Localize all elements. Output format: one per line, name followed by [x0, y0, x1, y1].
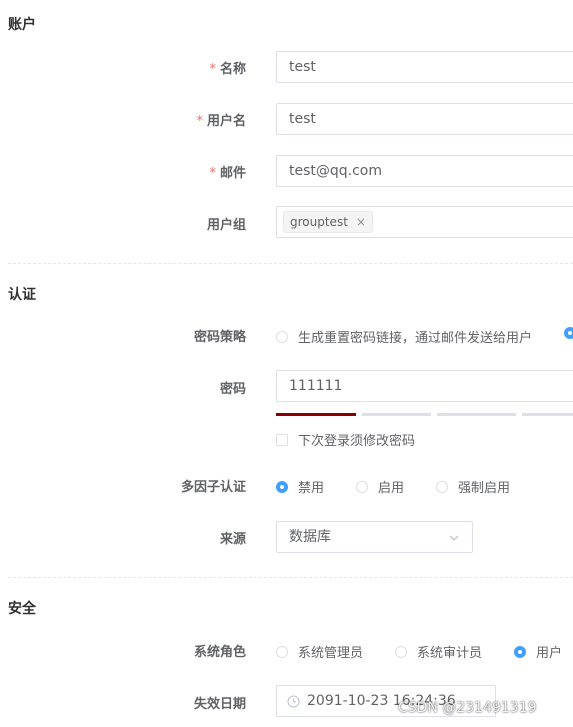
section-divider: [8, 577, 573, 578]
radio-mfa-disabled-label: 禁用: [298, 481, 325, 496]
radio-unchecked-icon: [356, 480, 368, 493]
email-label: * 邮件: [8, 162, 246, 181]
required-mark: *: [196, 114, 203, 129]
section-title-security: 安全: [8, 601, 36, 617]
radio-role-sysadmin[interactable]: 系统管理员: [276, 642, 363, 661]
group-tag-label: grouptest: [290, 215, 348, 229]
section-title-auth: 认证: [8, 287, 36, 303]
name-label-text: 名称: [219, 62, 246, 77]
checkbox-icon: [276, 433, 288, 446]
radio-mfa-forced[interactable]: 强制启用: [436, 477, 510, 496]
password-strength-bar-4: [522, 413, 573, 416]
radio-mfa-disabled[interactable]: 禁用: [276, 477, 324, 496]
password-label: 密码: [219, 382, 246, 397]
source-select[interactable]: 数据库: [276, 521, 473, 553]
group-select[interactable]: grouptest ×: [276, 206, 573, 238]
clock-icon: [287, 695, 300, 708]
radio-role-user-label: 用户: [536, 646, 563, 661]
source-select-value: 数据库: [289, 529, 331, 545]
group-tag: grouptest ×: [283, 211, 373, 233]
radio-role-auditor[interactable]: 系统审计员: [395, 642, 482, 661]
radio-checked-icon: [514, 645, 526, 658]
username-input[interactable]: test: [276, 103, 573, 135]
section-title-account: 账户: [8, 17, 36, 33]
radio-role-sysadmin-label: 系统管理员: [298, 646, 364, 661]
required-mark: *: [209, 62, 216, 77]
close-icon[interactable]: ×: [356, 215, 366, 229]
email-label-text: 邮件: [219, 166, 246, 181]
chevron-down-icon: [449, 535, 459, 541]
radio-unchecked-icon: [395, 645, 407, 658]
system-role-label: 系统角色: [193, 645, 246, 660]
password-strength-bar-3: [437, 413, 516, 416]
username-label-text: 用户名: [206, 114, 246, 129]
radio-mfa-enabled-label: 启用: [378, 481, 405, 496]
username-label: * 用户名: [8, 110, 246, 129]
required-mark: *: [209, 166, 216, 181]
group-label: 用户组: [206, 218, 246, 233]
password-strength-bar-1: [276, 413, 356, 416]
radio-checked-icon: [276, 480, 288, 493]
password-policy-label: 密码策略: [193, 330, 246, 345]
watermark: CSDN @231491319: [398, 700, 537, 716]
radio-role-user[interactable]: 用户: [514, 642, 562, 661]
email-input[interactable]: test@qq.com: [276, 155, 573, 187]
mfa-label: 多因子认证: [180, 480, 246, 495]
radio-set-password[interactable]: [564, 327, 573, 339]
radio-checked-icon: [564, 327, 573, 339]
source-label: 来源: [219, 532, 246, 547]
must-change-password-label: 下次登录须修改密码: [298, 434, 416, 449]
radio-mfa-forced-label: 强制启用: [458, 481, 511, 496]
radio-role-auditor-label: 系统审计员: [417, 646, 483, 661]
must-change-password-checkbox[interactable]: 下次登录须修改密码: [276, 430, 415, 449]
name-input[interactable]: test: [276, 51, 573, 83]
password-strength-bar-2: [362, 413, 431, 416]
radio-mfa-enabled[interactable]: 启用: [356, 477, 404, 496]
radio-unchecked-icon: [436, 480, 448, 493]
expire-date-label: 失效日期: [193, 697, 246, 712]
radio-reset-link[interactable]: 生成重置密码链接，通过邮件发送给用户: [276, 327, 532, 346]
section-divider: [8, 263, 573, 264]
name-label: * 名称: [8, 58, 246, 77]
radio-reset-link-label: 生成重置密码链接，通过邮件发送给用户: [298, 331, 533, 346]
radio-unchecked-icon: [276, 330, 288, 343]
radio-unchecked-icon: [276, 645, 288, 658]
password-input[interactable]: 111111: [276, 370, 573, 402]
